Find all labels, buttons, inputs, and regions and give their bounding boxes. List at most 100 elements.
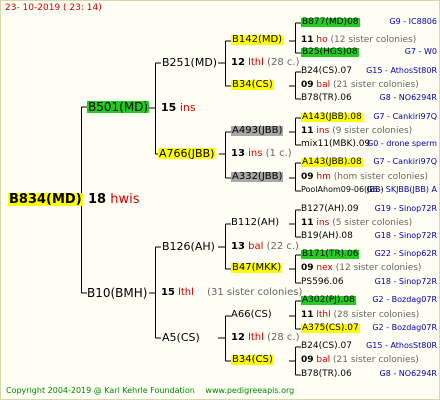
g3-note: (12 sister colonies)	[330, 35, 417, 45]
g3-unit: lthl	[316, 310, 331, 320]
header-date: 23- 10-2019 ( 23: 14)	[5, 3, 102, 13]
g3-queen-id: B34(CS)	[231, 79, 274, 90]
g2-note: (22 c.)	[266, 241, 299, 252]
g4-queen-id: B24(CS).07	[301, 341, 352, 351]
footer-copyright-text: Copyright 2004-2019 @ Karl Kehrle Founda…	[6, 386, 195, 395]
footer-site-link[interactable]: www.pedigreeapis.org	[205, 386, 294, 395]
g3-unit: ins	[316, 126, 330, 136]
g3-note: (12 sister colonies)	[335, 263, 422, 273]
footer-copyright: Copyright 2004-2019 @ Karl Kehrle Founda…	[6, 387, 294, 395]
g3-queen-id: B142(MD)	[231, 34, 284, 45]
g3-num: 09	[301, 172, 314, 182]
g1-num: 15	[161, 101, 177, 114]
g2-breeding-info: 12 lthl (28 c.)	[231, 333, 300, 343]
g2-note: (28 c.)	[267, 57, 300, 68]
g4-queen-id: B127(AH).09	[301, 204, 359, 214]
g2-num: 13	[231, 148, 245, 159]
g4-place: G9 - IC8806	[389, 17, 437, 26]
g3-queen-id: B112(AH)	[231, 217, 280, 228]
g4-queen-id: B19(AH).08	[301, 231, 353, 241]
g4-queen-id: B25(HGS)08	[301, 47, 359, 57]
g4-queen-id: B171(TR).06	[301, 249, 360, 259]
g2-breeding-info: 13 ins (1 c.)	[231, 149, 292, 159]
g3-note: (hom sister colonies)	[333, 172, 429, 182]
g1-num: 15	[161, 287, 175, 298]
root-breeding-info: 18 hwis	[88, 193, 140, 206]
g1-note: (31 sister colonies)	[207, 287, 303, 298]
g3-unit: ho	[316, 35, 328, 45]
g3-breeding-info: 09 hm (hom sister colonies)	[301, 173, 428, 182]
root-unit: hwis	[110, 192, 140, 207]
g2-unit: bal	[248, 241, 264, 252]
g1-queen-id: B10(BMH)	[87, 286, 148, 300]
g4-queen-id: A302(PJ).08	[301, 295, 356, 305]
g3-note: (21 sister colonies)	[333, 355, 419, 365]
g2-unit: ins	[248, 148, 263, 159]
g4-queen-id: B24(CS).07	[301, 66, 352, 76]
g3-breeding-info: 11 ins (9 sister colonies)	[301, 127, 412, 136]
g3-unit: nex	[316, 263, 333, 273]
g4-place: G8 - NO6294R	[379, 369, 437, 378]
g2-queen-id: A766(JBB)	[158, 147, 216, 160]
g4-queen-id: B877(MD)08	[301, 17, 360, 27]
g2-queen-id: B251(MD)	[162, 56, 218, 69]
g3-note: (5 sister colonies)	[332, 218, 413, 228]
g1-breeding-info: 15 ins	[161, 102, 196, 113]
g2-breeding-info: 12 lthl (28 c.)	[231, 58, 300, 68]
g2-num: 12	[231, 57, 245, 68]
g1-breeding-info: 15 lthl (31 sister colonies)	[161, 288, 302, 298]
root-queen-id: B834(MD)	[8, 192, 83, 207]
g2-num: 12	[231, 332, 245, 343]
g3-num: 09	[301, 263, 314, 273]
g3-queen-id: A493(JBB)	[231, 125, 284, 136]
g4-queen-id: PS596.06	[301, 277, 344, 287]
g4-place: G15 - AthosSt80R	[366, 341, 437, 350]
g3-unit: hm	[316, 172, 331, 182]
g3-breeding-info: 11 lthl (28 sister colonies)	[301, 311, 419, 320]
g4-place: G0 - drone sperm	[367, 139, 437, 148]
g2-num: 13	[231, 241, 245, 252]
g1-unit: lthl	[178, 287, 194, 298]
g3-num: 11	[301, 218, 314, 228]
g3-num: 09	[301, 355, 314, 365]
g4-place: G7 - Cankiri97Q	[373, 157, 437, 166]
g3-unit: ins	[316, 218, 330, 228]
g3-num: 11	[301, 310, 314, 320]
g1-queen-id: B501(MD)	[87, 100, 150, 114]
g4-place: G6 - SKJBB(JBB) A	[366, 185, 437, 194]
g3-queen-id: B47(MKK)	[231, 262, 283, 273]
g3-breeding-info: 09 nex (12 sister colonies)	[301, 264, 421, 273]
g4-queen-id: B78(TR).06	[301, 369, 352, 379]
g3-unit: bal	[316, 355, 331, 365]
g4-queen-id: A143(JBB).08	[301, 157, 363, 167]
g4-place: G19 - Sinop72R	[374, 204, 437, 213]
g3-breeding-info: 09 bal (21 sister colonies)	[301, 81, 419, 90]
g4-queen-id: A375(CS).07	[301, 323, 360, 333]
g3-queen-id: A66(CS)	[231, 309, 272, 320]
g3-breeding-info: 09 bal (21 sister colonies)	[301, 356, 419, 365]
g4-place: G7 - W0	[404, 47, 437, 56]
g4-place: G2 - Bozdag07R	[372, 323, 437, 332]
g4-place: G18 - Sinop72R	[374, 231, 437, 240]
g3-queen-id: B34(CS)	[231, 354, 274, 365]
g3-queen-id: A332(JBB)	[231, 171, 284, 182]
g4-queen-id: A143(JBB).08	[301, 112, 363, 122]
g3-num: 11	[301, 35, 314, 45]
root-num: 18	[88, 192, 107, 207]
g2-unit: lthl	[248, 332, 264, 343]
g3-note: (21 sister colonies)	[333, 80, 419, 90]
g4-place: G15 - AthosSt80R	[366, 66, 437, 75]
g3-note: (9 sister colonies)	[332, 126, 413, 136]
g4-queen-id: B78(TR).06	[301, 93, 352, 103]
g4-place: G2 - Bozdag07R	[372, 295, 437, 304]
g4-place: G8 - NO6294R	[379, 93, 437, 102]
g3-note: (28 sister colonies)	[333, 310, 420, 320]
g3-num: 11	[301, 126, 314, 136]
g2-breeding-info: 13 bal (22 c.)	[231, 242, 299, 252]
g1-unit: ins	[179, 101, 196, 114]
g4-place: G22 - Sinop62R	[374, 249, 437, 258]
g3-breeding-info: 11 ins (5 sister colonies)	[301, 219, 412, 228]
g2-note: (1 c.)	[265, 148, 292, 159]
g2-queen-id: A5(CS)	[162, 331, 200, 344]
g4-place: G18 - Sinop72R	[374, 277, 437, 286]
